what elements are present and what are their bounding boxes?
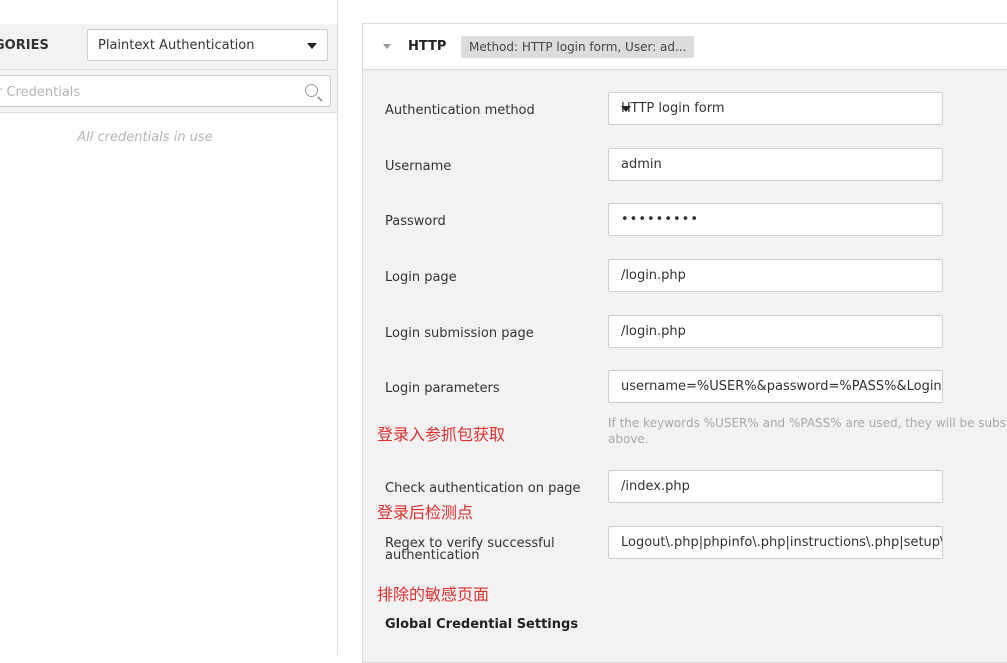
login-parameters-label: Login parameters	[385, 381, 500, 396]
http-auth-section: HTTP Method: HTTP login form, User: ad..…	[362, 23, 1007, 663]
empty-credentials-message: All credentials in use	[77, 130, 213, 145]
login-params-annotation: 登录入参抓包获取	[377, 425, 506, 444]
filter-placeholder: r Credentials	[0, 85, 81, 100]
check-auth-label: Check authentication on page	[385, 481, 581, 496]
login-page-input[interactable]: /login.php	[608, 259, 943, 292]
regex-value: Logout\.php|phpinfo\.php|instructions\.p…	[621, 535, 943, 550]
login-parameters-help: If the keywords %USER% and %PASS% are us…	[608, 416, 1007, 446]
login-page-value: /login.php	[621, 268, 686, 283]
caret-down-icon	[621, 106, 631, 112]
regex-annotation: 排除的敏感页面	[377, 585, 490, 604]
triangle-down-icon[interactable]	[383, 44, 391, 49]
auth-method-select[interactable]: HTTP login form	[608, 92, 943, 125]
username-label: Username	[385, 159, 452, 174]
global-credential-settings-title: Global Credential Settings	[385, 617, 579, 632]
password-input[interactable]: •••••••••	[608, 203, 943, 236]
login-submission-input[interactable]: /login.php	[608, 315, 943, 348]
auth-method-value: HTTP login form	[621, 101, 725, 116]
username-value: admin	[621, 157, 662, 172]
password-value: •••••••••	[621, 212, 700, 227]
login-page-label: Login page	[385, 270, 457, 285]
username-input[interactable]: admin	[608, 148, 943, 181]
regex-input[interactable]: Logout\.php|phpinfo\.php|instructions\.p…	[608, 526, 943, 559]
categories-bar: GORIES Plaintext Authentication	[0, 24, 337, 70]
login-submission-value: /login.php	[621, 324, 686, 339]
category-select[interactable]: Plaintext Authentication	[87, 29, 328, 61]
section-summary-badge: Method: HTTP login form, User: ad...	[461, 36, 695, 58]
check-auth-input[interactable]: /index.php	[608, 470, 943, 503]
search-icon[interactable]	[305, 84, 318, 97]
regex-label: Regex to verify successful authenticatio…	[385, 537, 555, 563]
filter-bar: r Credentials	[0, 70, 337, 113]
section-title: HTTP	[408, 39, 447, 54]
check-page-annotation: 登录后检测点	[377, 503, 474, 522]
filter-credentials-input[interactable]: r Credentials	[0, 75, 331, 107]
password-label: Password	[385, 214, 446, 229]
regex-label-line2: authentication	[385, 548, 480, 563]
categories-label: GORIES	[0, 38, 49, 53]
login-parameters-value: username=%USER%&password=%PASS%&Login=	[621, 379, 943, 394]
category-select-value: Plaintext Authentication	[98, 38, 255, 53]
credentials-panel: GORIES Plaintext Authentication r Creden…	[0, 0, 338, 654]
caret-down-icon	[307, 43, 317, 49]
login-submission-label: Login submission page	[385, 326, 534, 341]
auth-method-label: Authentication method	[385, 103, 535, 118]
check-auth-value: /index.php	[621, 479, 690, 494]
section-header[interactable]: HTTP Method: HTTP login form, User: ad..…	[363, 24, 1007, 70]
login-parameters-input[interactable]: username=%USER%&password=%PASS%&Login=	[608, 370, 943, 403]
